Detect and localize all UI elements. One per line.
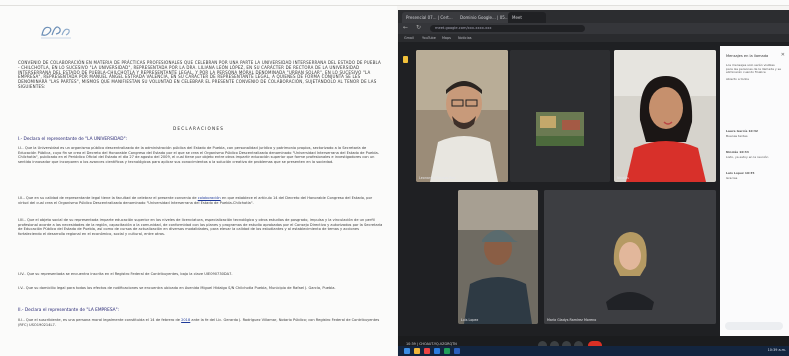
chat-line-2: Abierto a todos	[726, 77, 749, 81]
participant-video-2	[510, 50, 610, 182]
declaration-paragraph-5: I.V.- Que su domicilio legal para todos …	[18, 286, 336, 290]
agreement-document: CONVENIO DE COLABORACIÓN EN MATERIA DE P…	[0, 6, 397, 356]
participant-tile-5[interactable]: María Gladys Ramírez Moreno	[544, 190, 716, 324]
chat-panel: Mensajes en la llamada ✕ Los mensajes so…	[720, 46, 789, 336]
declaration-paragraph-2: I.II.- Que en su calidad de representant…	[18, 196, 383, 205]
participant-name-1: Leonardo Morales Roa	[419, 176, 456, 180]
windows-taskbar: 10:39 a.m.	[398, 346, 789, 356]
reload-icon[interactable]: ↻	[416, 24, 421, 31]
taskbar-clock: 10:39 a.m.	[767, 348, 786, 352]
participant-tile-3[interactable]: Nicolás	[614, 50, 716, 182]
bookmarks-bar: Gmail YouTube Maps Noticias	[398, 34, 789, 42]
participant-tile-1[interactable]: Leonardo Morales Roa	[416, 50, 508, 182]
declaration-paragraph-4: I.IV.- Que su representada se encuentra …	[18, 272, 233, 276]
chat-line-4: Buenas tardes	[726, 134, 748, 138]
browser-tab-meet[interactable]: Meet	[508, 12, 546, 23]
paragraph-2-text-a: I.II.- Que en su calidad de representant…	[18, 196, 198, 200]
university-logo-icon	[41, 26, 71, 39]
url-field[interactable]: meet.google.com/xxx-xxxx-xxx	[430, 25, 585, 32]
browser-tab-2[interactable]: Dominio Google... | 05...	[456, 12, 514, 23]
bookmark-4[interactable]: Noticias	[458, 35, 472, 41]
declarations-heading: DECLARACIONES	[172, 126, 225, 131]
back-arrow-icon[interactable]: ←	[403, 24, 408, 31]
raised-hand-icon	[403, 56, 408, 63]
section-company-declarations: II.- Declara el representante de "LA EMP…	[18, 308, 120, 313]
chat-input[interactable]	[725, 322, 783, 330]
word-icon[interactable]	[454, 348, 460, 354]
highlighted-word-colaboracion: colaboración	[197, 196, 221, 200]
browser-tab-1[interactable]: Presencial 07... | Cert...	[402, 12, 462, 23]
chat-line-8: Gracias	[726, 176, 738, 180]
chat-line-1: Los mensajes solo serán visibles para la…	[726, 63, 782, 75]
declaration-paragraph-3: I.III.- Que el objeto social de su repre…	[18, 218, 383, 236]
agreement-intro-paragraph: CONVENIO DE COLABORACIÓN EN MATERIA DE P…	[18, 60, 381, 89]
participant-name-5: María Gladys Ramírez Moreno	[547, 318, 597, 322]
chat-line-6: Listo, ya estoy en la reunión	[726, 155, 769, 159]
section-university-declarations: I.- Declara el representante de "LA UNIV…	[18, 137, 128, 142]
declaration-paragraph-1: I.I.- Que la Universidad es un organismo…	[18, 146, 380, 164]
participant-video-5	[544, 190, 716, 324]
chat-title: Mensajes en la llamada	[726, 54, 769, 58]
edge-icon[interactable]	[434, 348, 440, 354]
bookmark-2[interactable]: YouTube	[422, 35, 436, 41]
bookmark-3[interactable]: Maps	[442, 35, 451, 41]
participant-video-3	[614, 50, 716, 182]
address-bar: ← ↻ meet.google.com/xxx-xxxx-xxx	[398, 23, 789, 34]
participant-video-4	[458, 190, 538, 324]
browser-tab-bar: Presencial 07... | Cert... Dominio Googl…	[398, 10, 789, 23]
participant-name-3: Nicolás	[617, 176, 629, 180]
participant-tile-4[interactable]: Luis Lopez	[458, 190, 538, 324]
screenshot-frame: CONVENIO DE COLABORACIÓN EN MATERIA DE P…	[0, 0, 789, 356]
participant-tile-2[interactable]	[510, 50, 610, 182]
declaration-paragraph-6: II.I.- Que el suscribiente, es una perso…	[18, 318, 383, 327]
excel-icon[interactable]	[444, 348, 450, 354]
video-meeting-window: Presencial 07... | Cert... Dominio Googl…	[398, 10, 789, 356]
participant-video-1	[416, 50, 508, 182]
start-icon[interactable]	[404, 348, 410, 354]
close-chat-icon[interactable]: ✕	[781, 52, 785, 58]
participant-name-4: Luis Lopez	[461, 318, 479, 322]
file-explorer-icon[interactable]	[414, 348, 420, 354]
bookmark-1[interactable]: Gmail	[404, 35, 414, 41]
chrome-icon[interactable]	[424, 348, 430, 354]
paragraph-6-text-a: II.I.- Que el suscribiente, es una perso…	[18, 318, 182, 322]
highlighted-year: 2018	[181, 318, 191, 322]
